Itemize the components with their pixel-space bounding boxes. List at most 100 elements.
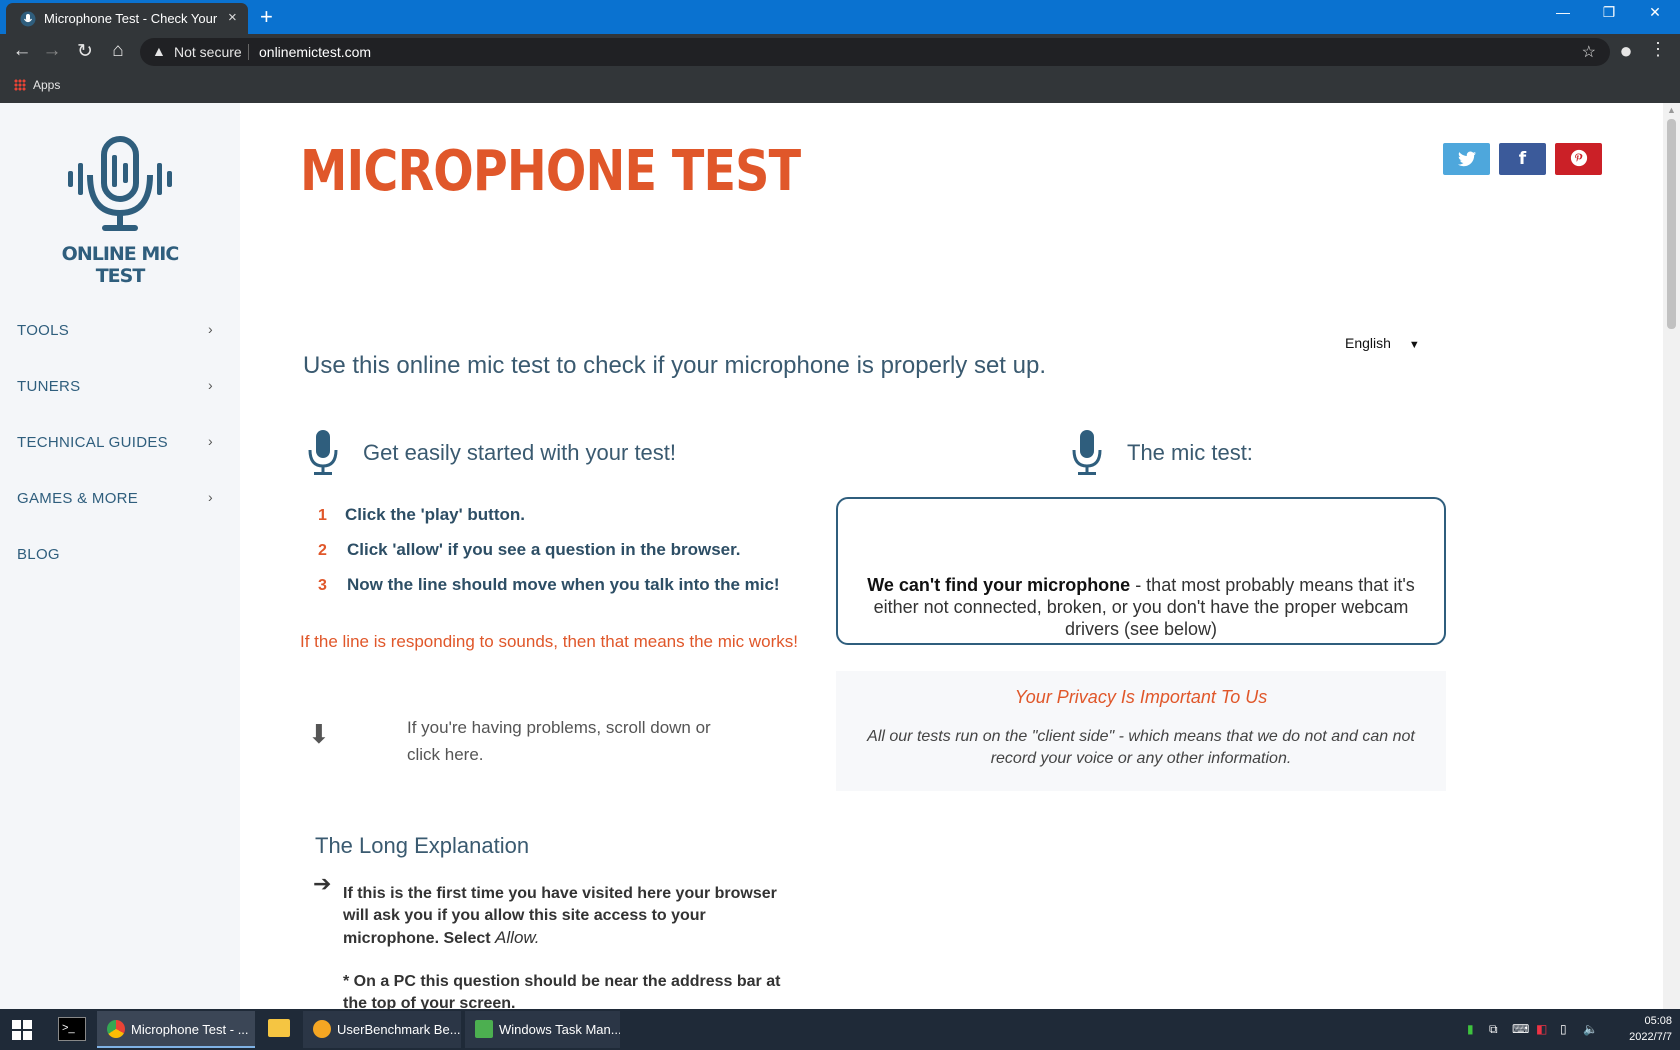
taskbar-item-label: Windows Task Man... xyxy=(499,1022,620,1037)
forward-icon[interactable]: → xyxy=(40,40,64,62)
twitter-share-button[interactable] xyxy=(1443,143,1490,175)
address-separator xyxy=(248,44,249,60)
sidebar-item-tuners[interactable]: TUNERS › xyxy=(17,377,217,395)
windows-start-icon[interactable] xyxy=(12,1020,32,1040)
bookmark-star-icon[interactable]: ☆ xyxy=(1582,42,1596,62)
url-text[interactable]: onlinemictest.com xyxy=(259,44,371,60)
chrome-icon xyxy=(107,1020,125,1038)
arrow-right-icon: ➔ xyxy=(313,871,332,896)
scroll-up-icon[interactable]: ▲ xyxy=(1667,105,1676,115)
pinterest-share-button[interactable] xyxy=(1555,143,1602,175)
usb-icon[interactable]: ▯ xyxy=(1560,1022,1567,1036)
security-label: Not secure xyxy=(174,44,242,60)
mic-test-message: We can't find your microphone - that mos… xyxy=(846,574,1436,640)
chevron-right-icon: › xyxy=(208,321,213,337)
sidebar: ONLINE MIC TEST TOOLS › TUNERS › TECHNIC… xyxy=(0,103,240,1009)
step-text: Now the line should move when you talk i… xyxy=(347,575,780,594)
page-title: MICROPHONE TEST xyxy=(300,139,801,204)
chevron-right-icon: › xyxy=(208,377,213,393)
sidebar-item-technical-guides[interactable]: TECHNICAL GUIDES › xyxy=(17,433,217,451)
language-value: English xyxy=(1345,335,1391,351)
chevron-right-icon: › xyxy=(208,489,213,505)
step-number: 3 xyxy=(318,577,327,594)
long-explanation-text: If this is the first time you have visit… xyxy=(343,883,803,950)
color-app-icon[interactable]: ◧ xyxy=(1536,1022,1547,1036)
scrollbar-thumb[interactable] xyxy=(1667,119,1676,329)
microphone-icon xyxy=(1072,430,1102,475)
restore-button[interactable]: ❐ xyxy=(1586,4,1632,21)
long-explanation-main: If this is the first time you have visit… xyxy=(343,885,777,947)
get-started-heading: Get easily started with your test! xyxy=(363,440,677,465)
sidebar-item-label: TUNERS xyxy=(17,378,81,395)
sidebar-item-tools[interactable]: TOOLS › xyxy=(17,321,217,339)
new-tab-button[interactable]: + xyxy=(260,4,273,30)
intro-text: Use this online mic test to check if you… xyxy=(303,352,1046,379)
menu-kebab-icon[interactable]: ⋮ xyxy=(1646,39,1670,60)
windows-taskbar: >_ Microphone Test - ... UserBenchmark B… xyxy=(0,1009,1680,1050)
long-explanation-note: * On a PC this question should be near t… xyxy=(343,973,781,1009)
userbenchmark-icon xyxy=(313,1020,331,1038)
web-page: ONLINE MIC TEST TOOLS › TUNERS › TECHNIC… xyxy=(0,103,1680,1009)
warning-icon: ▲ xyxy=(152,43,166,59)
mic-logo-icon[interactable] xyxy=(66,133,174,238)
step-number: 2 xyxy=(318,542,327,559)
browser-titlebar: Microphone Test - Check Your Mic × + — ❐… xyxy=(0,0,1680,34)
sidebar-item-label: GAMES & MORE xyxy=(17,490,139,507)
mic-works-note: If the line is responding to sounds, the… xyxy=(300,632,798,651)
terminal-icon[interactable]: >_ xyxy=(58,1017,86,1041)
twitter-icon xyxy=(1457,151,1476,167)
back-icon[interactable]: ← xyxy=(10,40,34,62)
sidebar-item-games-more[interactable]: GAMES & MORE › xyxy=(17,489,217,507)
sidebar-item-label: BLOG xyxy=(17,546,60,563)
sidebar-item-label: TECHNICAL GUIDES xyxy=(17,434,168,451)
facebook-icon: f xyxy=(1518,149,1527,169)
privacy-text: All our tests run on the "client side" -… xyxy=(867,728,1415,767)
keyboard-icon[interactable]: ⌨ xyxy=(1512,1022,1529,1036)
task-manager-icon xyxy=(475,1020,493,1038)
apps-bookmark[interactable]: Apps xyxy=(14,78,60,92)
microphone-icon xyxy=(308,430,338,475)
step-text: Click the 'play' button. xyxy=(345,505,525,524)
minimize-button[interactable]: — xyxy=(1540,4,1586,20)
profile-icon[interactable]: ● xyxy=(1614,38,1638,64)
long-explanation-heading: The Long Explanation xyxy=(315,833,530,858)
apps-label: Apps xyxy=(33,78,61,92)
browser-tab[interactable]: Microphone Test - Check Your Mic × xyxy=(6,3,248,34)
clock-time: 05:08 xyxy=(1644,1015,1672,1027)
allow-word: Allow. xyxy=(495,928,540,947)
pinterest-icon xyxy=(1570,149,1587,167)
tab-close-icon[interactable]: × xyxy=(228,9,237,26)
battery-meter-icon[interactable]: ▮ xyxy=(1467,1022,1474,1036)
logo-text[interactable]: ONLINE MIC TEST xyxy=(58,243,182,287)
arrow-down-icon: ⬇ xyxy=(308,719,330,749)
taskbar-item-chrome[interactable]: Microphone Test - ... xyxy=(97,1011,255,1048)
volume-muted-icon[interactable]: 🔈 xyxy=(1583,1022,1598,1036)
network-icon[interactable]: ⧉ xyxy=(1489,1022,1498,1037)
sidebar-item-blog[interactable]: BLOG xyxy=(17,546,217,563)
site-favicon xyxy=(20,11,36,27)
taskbar-item-task-manager[interactable]: Windows Task Man... xyxy=(465,1011,620,1048)
bookmarks-bar: Apps xyxy=(0,70,1680,103)
system-clock[interactable]: 05:08 2022/7/7 xyxy=(1612,1013,1672,1045)
problems-link[interactable]: If you're having problems, scroll down o… xyxy=(407,714,737,768)
step-number: 1 xyxy=(318,507,327,524)
chevron-right-icon: › xyxy=(208,433,213,449)
mic-error-bold: We can't find your microphone xyxy=(867,575,1131,595)
sidebar-item-label: TOOLS xyxy=(17,322,70,339)
chevron-down-icon: ▼ xyxy=(1408,339,1420,351)
taskbar-item-label: Microphone Test - ... xyxy=(131,1022,249,1037)
facebook-share-button[interactable]: f xyxy=(1499,143,1546,175)
address-bar[interactable]: ▲ Not secure onlinemictest.com ☆ xyxy=(140,38,1610,66)
tab-title: Microphone Test - Check Your Mic xyxy=(44,11,220,26)
reload-icon[interactable]: ↻ xyxy=(73,40,97,63)
clock-date: 2022/7/7 xyxy=(1629,1031,1672,1043)
taskbar-item-label: UserBenchmark Be... xyxy=(337,1022,461,1037)
window-close-button[interactable]: ✕ xyxy=(1632,4,1678,21)
step-text: Click 'allow' if you see a question in t… xyxy=(347,540,741,559)
language-select[interactable]: English ▼ xyxy=(1345,335,1420,351)
home-icon[interactable]: ⌂ xyxy=(106,40,130,62)
privacy-title: Your Privacy Is Important To Us xyxy=(1014,687,1268,707)
mic-test-heading: The mic test: xyxy=(1127,440,1253,465)
taskbar-item-userbenchmark[interactable]: UserBenchmark Be... xyxy=(303,1011,461,1048)
file-explorer-icon[interactable] xyxy=(268,1019,290,1037)
